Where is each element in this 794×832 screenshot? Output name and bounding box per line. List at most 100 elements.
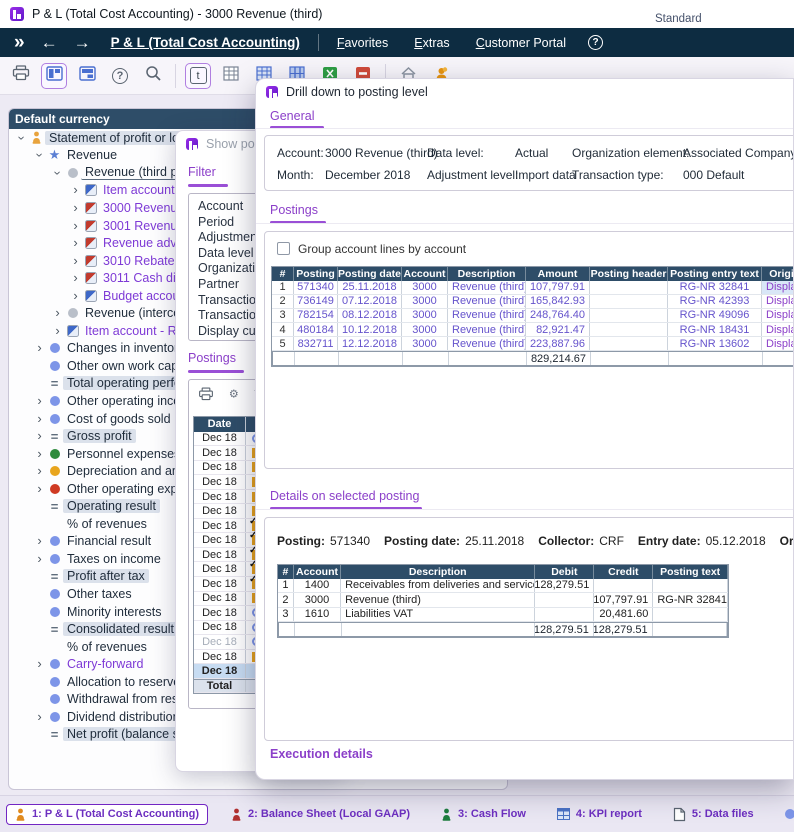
tree-item-label[interactable]: Financial result — [63, 534, 155, 548]
tree-item-label[interactable]: Carry-forward — [63, 657, 147, 671]
column-header[interactable]: Posting entry text — [668, 267, 762, 281]
tree-item-label[interactable]: Dividend distribution — [63, 710, 184, 724]
tree-item-label[interactable]: Other taxes — [63, 587, 136, 601]
tree-item-label[interactable]: 3010 Rebates — [99, 254, 185, 268]
help-icon[interactable]: ? — [588, 35, 603, 50]
posting-row[interactable]: 157134025.11.20183000Revenue (third)107,… — [272, 281, 794, 295]
print-button[interactable] — [8, 63, 34, 89]
postings-section-label[interactable]: Postings — [270, 203, 318, 217]
column-header[interactable]: Account — [294, 565, 341, 579]
tree-item-label[interactable]: Revenue — [63, 148, 121, 162]
drill-down-titlebar[interactable]: Drill down to posting level — [256, 79, 793, 105]
column-header[interactable]: # — [278, 565, 294, 579]
display-original-link[interactable]: Display o — [762, 323, 794, 336]
collapse-icon[interactable]: › — [35, 149, 45, 162]
expand-icon[interactable]: › — [69, 238, 82, 248]
column-header[interactable]: Amount — [526, 267, 590, 281]
expand-icon[interactable]: › — [33, 449, 46, 459]
execution-details-link[interactable]: Execution details — [270, 747, 373, 761]
column-header[interactable]: Original posting — [762, 267, 794, 281]
tree-item-label[interactable]: Taxes on income — [63, 552, 165, 566]
text-cell-button[interactable]: t — [185, 63, 211, 89]
expand-icon[interactable]: › — [33, 343, 46, 353]
detail-row[interactable]: 11400Receivables from deliveries and ser… — [278, 579, 728, 594]
column-header[interactable]: Posting date — [338, 267, 402, 281]
worksheet-tab-2[interactable]: 2: Balance Sheet (Local GAAP) — [223, 805, 418, 824]
layout-split-button[interactable] — [41, 63, 67, 89]
expand-icon[interactable]: › — [51, 308, 64, 318]
settings-gear-icon[interactable]: ⚙ — [229, 387, 239, 401]
tree-item-label[interactable]: Cost of goods sold — [63, 412, 175, 426]
tree-item-label[interactable]: Allocation to reserves — [63, 675, 191, 689]
column-header[interactable]: # — [272, 267, 294, 281]
worksheet-tab-5[interactable]: 5: Data files — [665, 804, 762, 825]
tree-item-label[interactable]: Gross profit — [63, 429, 136, 443]
worksheet-tab-4[interactable]: 4: KPI report — [549, 805, 650, 823]
expand-icon[interactable]: › — [51, 326, 64, 336]
display-original-link[interactable]: Display o — [762, 337, 794, 350]
display-original-link[interactable]: Display o — [762, 295, 794, 308]
collapse-icon[interactable]: › — [17, 131, 27, 144]
menu-extras[interactable]: Extras — [414, 36, 449, 50]
profile-selector[interactable]: Standard — [655, 13, 702, 25]
expand-icon[interactable]: › — [33, 536, 46, 546]
tree-item-label[interactable]: Consolidated result — [63, 622, 178, 636]
forward-arrow-icon[interactable]: → — [74, 33, 91, 53]
expand-icon[interactable]: › — [33, 466, 46, 476]
expand-icon[interactable]: › — [33, 431, 46, 441]
worksheet-tab-1[interactable]: 1: P & L (Total Cost Accounting) — [6, 804, 208, 825]
back-arrow-icon[interactable]: ← — [41, 33, 58, 53]
tree-item-label[interactable]: Minority interests — [63, 605, 165, 619]
column-header[interactable]: Credit — [594, 565, 653, 579]
tree-item-label[interactable]: Personnel expenses — [63, 447, 184, 461]
column-header[interactable]: Posting — [294, 267, 338, 281]
tree-item-label[interactable]: % of revenues — [63, 640, 151, 654]
posting-row[interactable]: 448018410.12.20183000Revenue (third)82,9… — [272, 323, 794, 337]
expand-icon[interactable]: › — [33, 484, 46, 494]
expand-icon[interactable]: › — [69, 273, 82, 283]
expand-icon[interactable]: › — [33, 554, 46, 564]
column-header[interactable]: Description — [448, 267, 526, 281]
group-by-account-checkbox[interactable] — [277, 242, 290, 255]
worksheet-tab-6[interactable]: 6: Other own work capit — [777, 805, 794, 823]
date-column-header[interactable]: Date — [194, 417, 246, 432]
display-original-link[interactable]: Display o — [762, 281, 794, 294]
help-button[interactable]: ? — [107, 63, 133, 89]
layout-compact-button[interactable] — [74, 63, 100, 89]
search-button[interactable] — [140, 63, 166, 89]
column-header[interactable]: Posting header — [590, 267, 668, 281]
detail-row[interactable]: 31610Liabilities VAT20,481.60 — [278, 608, 728, 623]
expand-sidebar-icon[interactable]: » — [14, 32, 23, 54]
expand-icon[interactable]: › — [69, 256, 82, 266]
expand-icon[interactable]: › — [33, 712, 46, 722]
print-button[interactable] — [198, 387, 213, 401]
column-header[interactable]: Posting text — [653, 565, 728, 579]
display-original-link[interactable]: Display o — [762, 309, 794, 322]
column-header[interactable]: Debit — [535, 565, 594, 579]
column-header[interactable]: Description — [341, 565, 535, 579]
expand-icon[interactable]: › — [33, 414, 46, 424]
grid-plain-button[interactable] — [218, 63, 244, 89]
detail-row[interactable]: 23000Revenue (third)107,797.91RG-NR 3284… — [278, 593, 728, 608]
tree-item-label[interactable]: Statement of profit or loss — [45, 131, 195, 145]
expand-icon[interactable]: › — [33, 659, 46, 669]
expand-icon[interactable]: › — [69, 221, 82, 231]
details-section-label[interactable]: Details on selected posting — [270, 489, 419, 503]
filter-section-label[interactable]: Filter — [188, 165, 216, 179]
expand-icon[interactable]: › — [69, 185, 82, 195]
worksheet-tab-3[interactable]: 3: Cash Flow — [433, 805, 534, 824]
expand-icon[interactable]: › — [33, 396, 46, 406]
menu-customer-portal[interactable]: Customer Portal — [476, 36, 566, 50]
postings-section-label[interactable]: Postings — [188, 351, 236, 365]
tree-item-label[interactable]: Profit after tax — [63, 569, 149, 583]
posting-row[interactable]: 273614907.12.20183000Revenue (third)165,… — [272, 295, 794, 309]
posting-row[interactable]: 583271112.12.20183000Revenue (third)223,… — [272, 337, 794, 351]
tree-item-label[interactable]: % of revenues — [63, 517, 151, 531]
expand-icon[interactable]: › — [69, 203, 82, 213]
general-section-label[interactable]: General — [270, 109, 314, 123]
posting-row[interactable]: 378215408.12.20183000Revenue (third)248,… — [272, 309, 794, 323]
menu-favorites[interactable]: Favorites — [337, 36, 388, 50]
collapse-icon[interactable]: › — [53, 166, 63, 179]
current-view-title[interactable]: P & L (Total Cost Accounting) — [111, 35, 300, 50]
column-header[interactable]: Account — [402, 267, 448, 281]
